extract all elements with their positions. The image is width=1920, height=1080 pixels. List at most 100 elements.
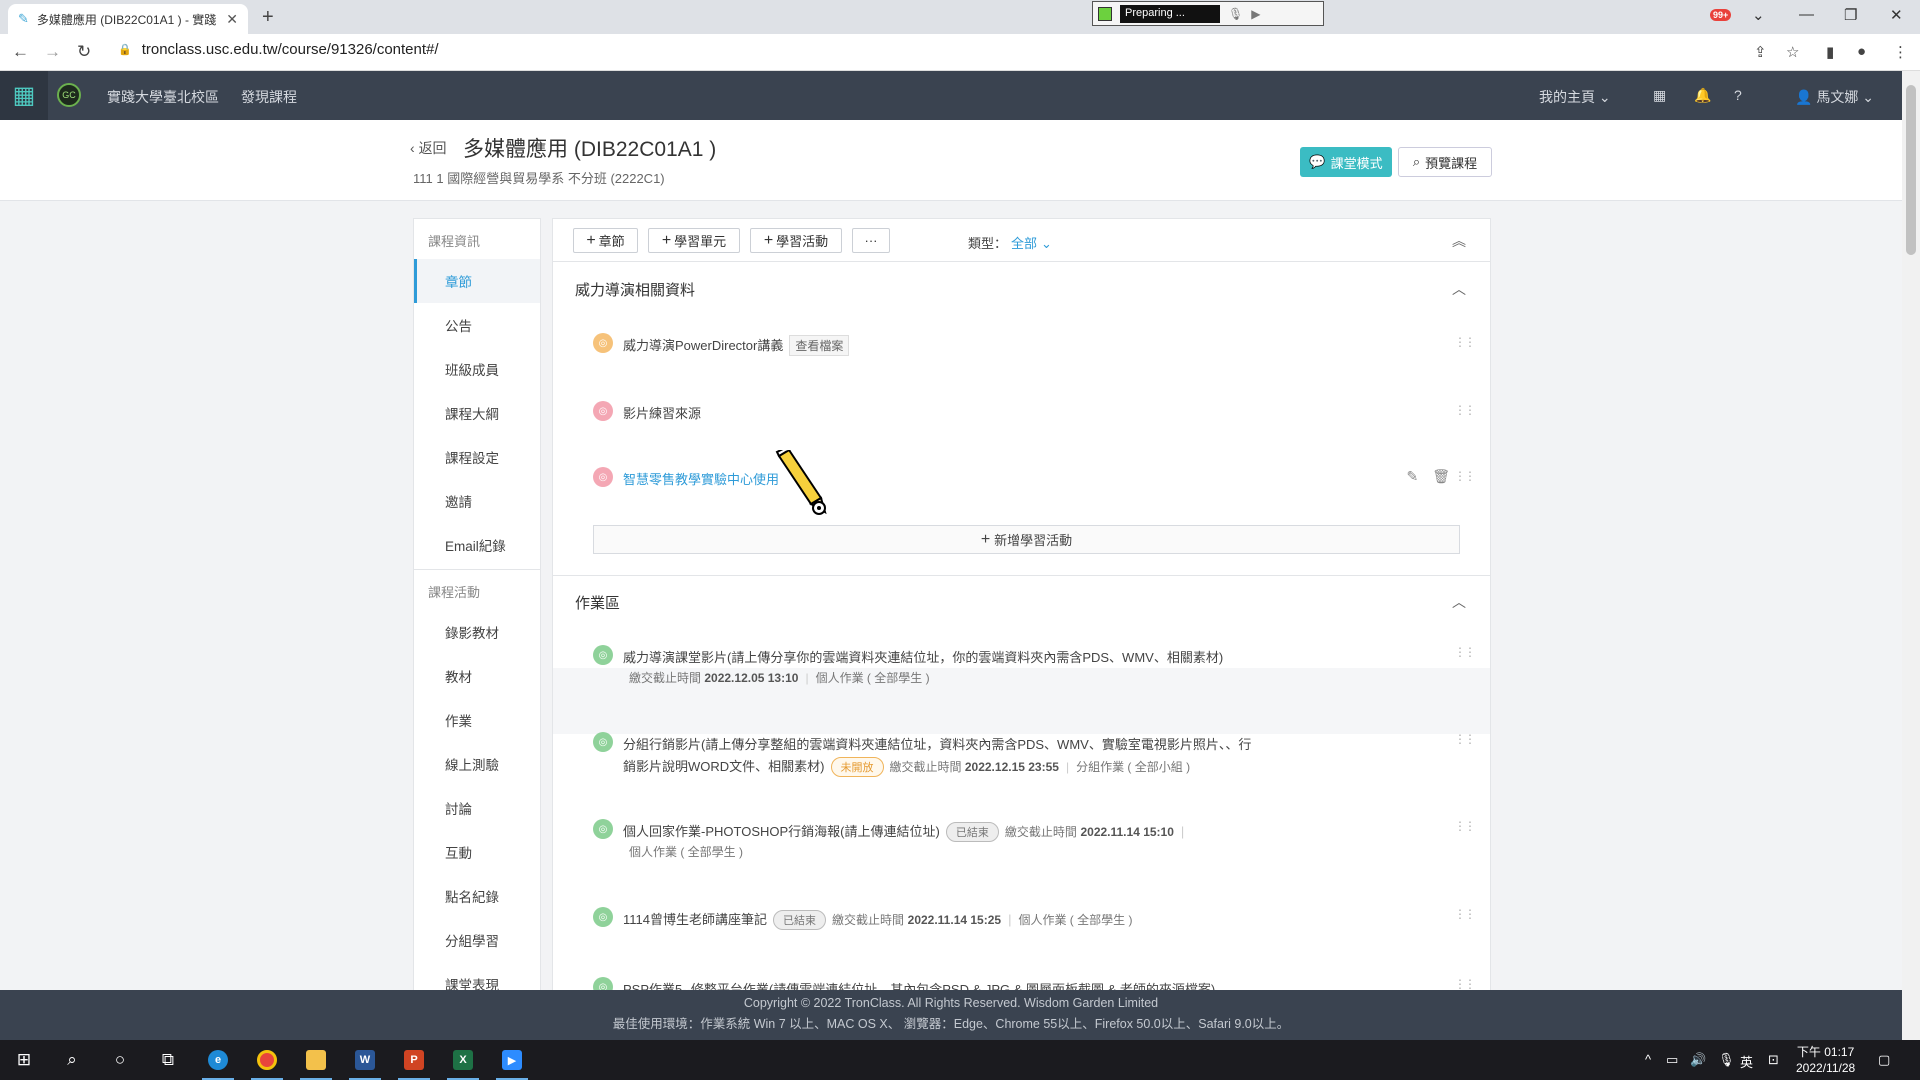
sidebar-item-attendance[interactable]: 點名紀錄 — [414, 874, 540, 918]
side-panel-icon[interactable]: ▮ — [1826, 43, 1834, 61]
chrome-icon[interactable] — [243, 1040, 291, 1080]
edit-icon[interactable]: ✎ — [1406, 468, 1418, 485]
trash-icon[interactable]: 🗑 — [1432, 468, 1450, 485]
drag-handle-icon[interactable]: ⋮⋮ — [1454, 907, 1476, 921]
sidebar-item-group-learning[interactable]: 分組學習 — [414, 918, 540, 962]
edge-icon[interactable]: e — [194, 1040, 242, 1080]
browser-menu-icon[interactable]: ⋮ — [1893, 43, 1908, 61]
add-learning-activity-button[interactable]: + 新增學習活動 — [593, 525, 1460, 554]
close-tab-icon[interactable]: ✕ — [226, 11, 238, 28]
drag-handle-icon[interactable]: ⋮⋮ — [1454, 732, 1476, 746]
add-unit-button[interactable]: + 學習單元 — [648, 228, 740, 253]
close-window-button[interactable]: ✕ — [1890, 6, 1903, 24]
back-arrow-icon[interactable]: ← — [12, 42, 29, 62]
add-activity-label: 學習活動 — [776, 234, 829, 249]
search-icon[interactable]: ⌕ — [48, 1040, 96, 1080]
collapse-all-icon[interactable]: ︽ — [1452, 231, 1466, 251]
school-logo[interactable]: GC — [57, 83, 81, 107]
user-menu[interactable]: 👤 馬文娜 ⌄ — [1795, 87, 1874, 107]
nav-campus[interactable]: 實踐大學臺北校區 — [107, 87, 219, 107]
share-icon[interactable]: ⇪ — [1754, 43, 1767, 61]
scrollbar-thumb[interactable] — [1906, 85, 1916, 255]
activity-title[interactable]: 智慧零售教學實驗中心使用 — [623, 469, 779, 488]
sidebar-item-members[interactable]: 班級成員 — [414, 347, 540, 391]
section-title[interactable]: 作業區 — [575, 592, 620, 613]
calendar-icon[interactable]: ▦ — [1653, 87, 1666, 104]
powerpoint-icon[interactable]: P — [390, 1040, 438, 1080]
tray-chevron-icon[interactable]: ^ — [1645, 1052, 1651, 1067]
drag-handle-icon[interactable]: ⋮⋮ — [1454, 977, 1476, 991]
activity-title: 影片練習來源 — [623, 406, 702, 421]
activity-title-line1: 分組行銷影片(請上傳分享整組的雲端資料夾連結位址，資料夾內需含PDS、WMV、實… — [623, 737, 1252, 752]
ime-mode-icon[interactable]: ⊡ — [1768, 1052, 1779, 1068]
minimize-button[interactable]: — — [1799, 6, 1814, 23]
drag-handle-icon[interactable]: ⋮⋮ — [1454, 819, 1476, 833]
profile-icon[interactable]: ● — [1857, 43, 1866, 60]
sidebar-item-exams[interactable]: 線上測驗 — [414, 742, 540, 786]
more-button[interactable]: ··· — [852, 228, 890, 253]
windows-start-icon[interactable]: ⊞ — [0, 1040, 48, 1080]
reload-icon[interactable]: ↻ — [77, 42, 91, 62]
excel-icon[interactable]: X — [439, 1040, 487, 1080]
back-link[interactable]: ‹ 返回 — [410, 138, 447, 158]
task-view-icon[interactable]: ⧉ — [144, 1040, 192, 1080]
camera-icon[interactable]: ▶ — [1251, 7, 1260, 21]
recorder-status-icon — [1098, 6, 1112, 21]
sidebar-item-homework[interactable]: 作業 — [414, 698, 540, 742]
drag-handle-icon[interactable]: ⋮⋮ — [1454, 403, 1476, 417]
sidebar-item-settings[interactable]: 課程設定 — [414, 435, 540, 479]
sidebar-item-videos[interactable]: 錄影教材 — [414, 610, 540, 654]
bookmark-star-icon[interactable]: ☆ — [1786, 43, 1799, 61]
bell-icon[interactable]: 🔔 — [1694, 87, 1711, 104]
plus-icon: + — [980, 530, 991, 548]
sidebar-item-interaction[interactable]: 互動 — [414, 830, 540, 874]
sidebar-item-discussion[interactable]: 討論 — [414, 786, 540, 830]
network-icon[interactable]: ▭ — [1666, 1052, 1678, 1068]
preview-course-button[interactable]: ⌕ 預覽課程 — [1398, 147, 1492, 177]
search-icon: ⌕ — [1412, 154, 1421, 169]
notification-center-icon[interactable]: ▢ — [1878, 1052, 1890, 1068]
sidebar-item-invite[interactable]: 邀請 — [414, 479, 540, 523]
cortana-icon[interactable]: ○ — [96, 1040, 144, 1080]
forward-arrow-icon[interactable]: → — [44, 42, 61, 62]
add-activity-button[interactable]: + 學習活動 — [750, 228, 842, 253]
volume-icon[interactable]: 🔊 — [1690, 1052, 1706, 1068]
sidebar-item-chapters[interactable]: 章節 — [414, 259, 540, 303]
browser-tab[interactable]: ✎ 多媒體應用 (DIB22C01A1 ) - 實踐 ✕ — [8, 4, 248, 34]
tab-search-icon[interactable]: ⌄ — [1752, 6, 1765, 24]
drag-handle-icon[interactable]: ⋮⋮ — [1454, 335, 1476, 349]
section-title[interactable]: 威力導演相關資料 — [575, 279, 695, 300]
course-content-panel: + 章節 + 學習單元 + 學習活動 ··· 類型： 全部 ⌄ ︽ 威力導演相關資料 ︿ … — [552, 218, 1491, 998]
add-chapter-button[interactable]: + 章節 — [573, 228, 638, 253]
drag-handle-icon[interactable]: ⋮⋮ — [1454, 645, 1476, 659]
chevron-up-icon[interactable]: ︿ — [1452, 279, 1466, 299]
new-tab-button[interactable]: + — [262, 6, 274, 29]
page-scrollbar[interactable] — [1902, 71, 1920, 1040]
sidebar-item-materials[interactable]: 教材 — [414, 654, 540, 698]
ime-indicator[interactable]: 英 — [1740, 1052, 1753, 1071]
system-clock[interactable]: 下午 01:17 2022/11/28 — [1796, 1044, 1855, 1076]
homework-icon: ◎ — [593, 732, 613, 752]
classroom-mode-button[interactable]: 💬 課堂模式 — [1300, 147, 1392, 177]
word-icon[interactable]: W — [341, 1040, 389, 1080]
type-filter[interactable]: 類型： 全部 ⌄ — [968, 233, 1052, 252]
course-title: 多媒體應用 (DIB22C01A1 ) — [463, 138, 717, 161]
view-file-tag[interactable]: 查看檔案 — [789, 335, 850, 356]
chevron-up-icon[interactable]: ︿ — [1452, 592, 1466, 612]
microphone-icon[interactable]: 🎙 — [1228, 7, 1243, 21]
help-icon[interactable]: ? — [1734, 87, 1742, 103]
address-bar: ← → ↻ 🔒 tronclass.usc.edu.tw/course/9132… — [0, 34, 1920, 71]
restore-button[interactable]: ❐ — [1844, 6, 1857, 24]
sidebar-item-syllabus[interactable]: 課程大綱 — [414, 391, 540, 435]
apps-grid-icon[interactable]: ▦ — [0, 71, 48, 120]
nav-discover-courses[interactable]: 發現課程 — [241, 87, 297, 107]
my-home-menu[interactable]: 我的主頁 ⌄ — [1539, 87, 1611, 107]
microphone-tray-icon[interactable]: 🎙 — [1718, 1052, 1735, 1068]
sidebar-item-announcements[interactable]: 公告 — [414, 303, 540, 347]
url-field[interactable]: 🔒 tronclass.usc.edu.tw/course/91326/cont… — [118, 41, 439, 58]
drag-handle-icon[interactable]: ⋮⋮ — [1454, 469, 1476, 483]
recorder-status-text: Preparing ... — [1120, 4, 1220, 23]
zoom-icon[interactable]: ▶ — [488, 1040, 536, 1080]
file-explorer-icon[interactable] — [292, 1040, 340, 1080]
sidebar-item-email-log[interactable]: Email紀錄 — [414, 523, 540, 567]
